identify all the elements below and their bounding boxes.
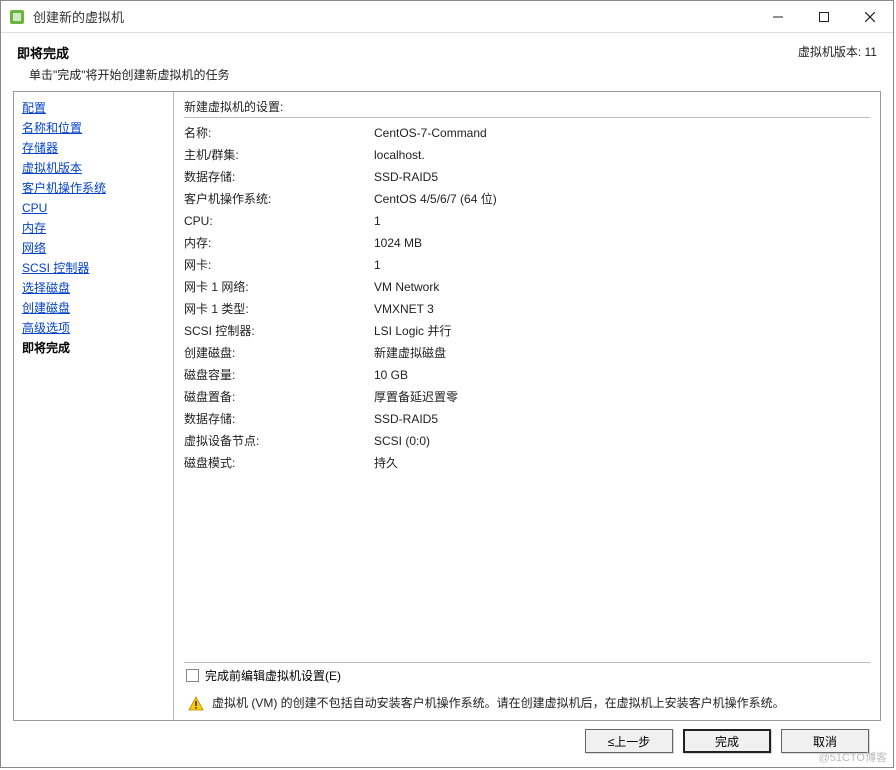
settings-heading: 新建虚拟机的设置:: [184, 98, 870, 115]
settings-label: 数据存储:: [184, 166, 374, 188]
settings-row: 数据存储:SSD-RAID5: [184, 166, 870, 188]
main-panel: 新建虚拟机的设置: 名称:CentOS-7-Command主机/群集:local…: [174, 92, 880, 720]
settings-value: 1024 MB: [374, 232, 870, 254]
sidebar-step-8[interactable]: SCSI 控制器: [22, 258, 165, 278]
settings-row: 主机/群集:localhost.: [184, 144, 870, 166]
wizard-header: 即将完成 单击"完成"将开始创建新虚拟机的任务 虚拟机版本: 11: [1, 33, 893, 91]
settings-value: 1: [374, 254, 870, 276]
sidebar-step-3[interactable]: 虚拟机版本: [22, 158, 165, 178]
edit-before-finish-row[interactable]: 完成前编辑虚拟机设置(E): [184, 667, 870, 684]
sidebar-step-5[interactable]: CPU: [22, 198, 165, 218]
settings-row: 磁盘模式:持久: [184, 452, 870, 474]
sidebar-step-4[interactable]: 客户机操作系统: [22, 178, 165, 198]
settings-value: SCSI (0:0): [374, 430, 870, 452]
settings-row: 网卡:1: [184, 254, 870, 276]
settings-label: 数据存储:: [184, 408, 374, 430]
sidebar-step-2[interactable]: 存储器: [22, 138, 165, 158]
settings-value: SSD-RAID5: [374, 166, 870, 188]
app-icon: [9, 9, 25, 25]
close-button[interactable]: [847, 1, 893, 33]
divider: [184, 117, 870, 118]
sidebar-step-12: 即将完成: [22, 338, 165, 358]
settings-value: 10 GB: [374, 364, 870, 386]
maximize-button[interactable]: [801, 1, 847, 33]
settings-label: 网卡 1 网络:: [184, 276, 374, 298]
settings-value: SSD-RAID5: [374, 408, 870, 430]
settings-row: 内存:1024 MB: [184, 232, 870, 254]
step-subtitle: 单击"完成"将开始创建新虚拟机的任务: [17, 66, 798, 83]
step-title: 即将完成: [17, 43, 798, 62]
settings-row: 名称:CentOS-7-Command: [184, 122, 870, 144]
settings-label: 网卡 1 类型:: [184, 298, 374, 320]
content-frame: 配置名称和位置存储器虚拟机版本客户机操作系统CPU内存网络SCSI 控制器选择磁…: [13, 91, 881, 721]
settings-label: 客户机操作系统:: [184, 188, 374, 210]
settings-row: 创建磁盘:新建虚拟磁盘: [184, 342, 870, 364]
settings-value: localhost.: [374, 144, 870, 166]
sidebar-step-7[interactable]: 网络: [22, 238, 165, 258]
dialog-window: 创建新的虚拟机 即将完成 单击"完成"将开始创建新虚拟机的任务 虚拟机版本: 1…: [0, 0, 894, 768]
settings-label: CPU:: [184, 210, 374, 232]
settings-value: CentOS 4/5/6/7 (64 位): [374, 188, 870, 210]
settings-label: 创建磁盘:: [184, 342, 374, 364]
edit-before-finish-checkbox[interactable]: [186, 669, 199, 682]
settings-value: LSI Logic 并行: [374, 320, 870, 342]
settings-label: 磁盘模式:: [184, 452, 374, 474]
settings-value: VM Network: [374, 276, 870, 298]
warning-text: 虚拟机 (VM) 的创建不包括自动安装客户机操作系统。请在创建虚拟机后，在虚拟机…: [212, 694, 785, 712]
settings-row: 虚拟设备节点:SCSI (0:0): [184, 430, 870, 452]
divider: [184, 662, 870, 663]
settings-row: 网卡 1 类型:VMXNET 3: [184, 298, 870, 320]
back-button[interactable]: ≤上一步: [585, 729, 673, 753]
sidebar-step-11[interactable]: 高级选项: [22, 318, 165, 338]
titlebar: 创建新的虚拟机: [1, 1, 893, 33]
warning-row: 虚拟机 (VM) 的创建不包括自动安装客户机操作系统。请在创建虚拟机后，在虚拟机…: [184, 692, 870, 714]
button-bar: ≤上一步 完成 取消: [13, 721, 881, 757]
settings-value: 1: [374, 210, 870, 232]
settings-label: 网卡:: [184, 254, 374, 276]
settings-row: 客户机操作系统:CentOS 4/5/6/7 (64 位): [184, 188, 870, 210]
settings-table: 名称:CentOS-7-Command主机/群集:localhost.数据存储:…: [184, 122, 870, 474]
settings-label: 磁盘容量:: [184, 364, 374, 386]
settings-row: 网卡 1 网络:VM Network: [184, 276, 870, 298]
sidebar-step-9[interactable]: 选择磁盘: [22, 278, 165, 298]
settings-label: 主机/群集:: [184, 144, 374, 166]
sidebar-step-1[interactable]: 名称和位置: [22, 118, 165, 138]
settings-row: SCSI 控制器:LSI Logic 并行: [184, 320, 870, 342]
settings-value: CentOS-7-Command: [374, 122, 870, 144]
settings-label: 虚拟设备节点:: [184, 430, 374, 452]
settings-label: 磁盘置备:: [184, 386, 374, 408]
settings-row: 磁盘容量:10 GB: [184, 364, 870, 386]
settings-row: CPU:1: [184, 210, 870, 232]
settings-value: 新建虚拟磁盘: [374, 342, 870, 364]
wizard-steps-sidebar: 配置名称和位置存储器虚拟机版本客户机操作系统CPU内存网络SCSI 控制器选择磁…: [14, 92, 174, 720]
settings-value: VMXNET 3: [374, 298, 870, 320]
minimize-button[interactable]: [755, 1, 801, 33]
sidebar-step-6[interactable]: 内存: [22, 218, 165, 238]
settings-row: 数据存储:SSD-RAID5: [184, 408, 870, 430]
vm-version-label: 虚拟机版本: 11: [798, 43, 877, 60]
edit-before-finish-label: 完成前编辑虚拟机设置(E): [205, 667, 341, 684]
window-title: 创建新的虚拟机: [33, 7, 755, 26]
finish-button[interactable]: 完成: [683, 729, 771, 753]
cancel-button[interactable]: 取消: [781, 729, 869, 753]
settings-label: 内存:: [184, 232, 374, 254]
settings-value: 厚置备延迟置零: [374, 386, 870, 408]
warning-icon: [188, 696, 204, 712]
settings-label: 名称:: [184, 122, 374, 144]
window-controls: [755, 1, 893, 33]
settings-row: 磁盘置备:厚置备延迟置零: [184, 386, 870, 408]
sidebar-step-10[interactable]: 创建磁盘: [22, 298, 165, 318]
settings-label: SCSI 控制器:: [184, 320, 374, 342]
settings-value: 持久: [374, 452, 870, 474]
sidebar-step-0[interactable]: 配置: [22, 98, 165, 118]
